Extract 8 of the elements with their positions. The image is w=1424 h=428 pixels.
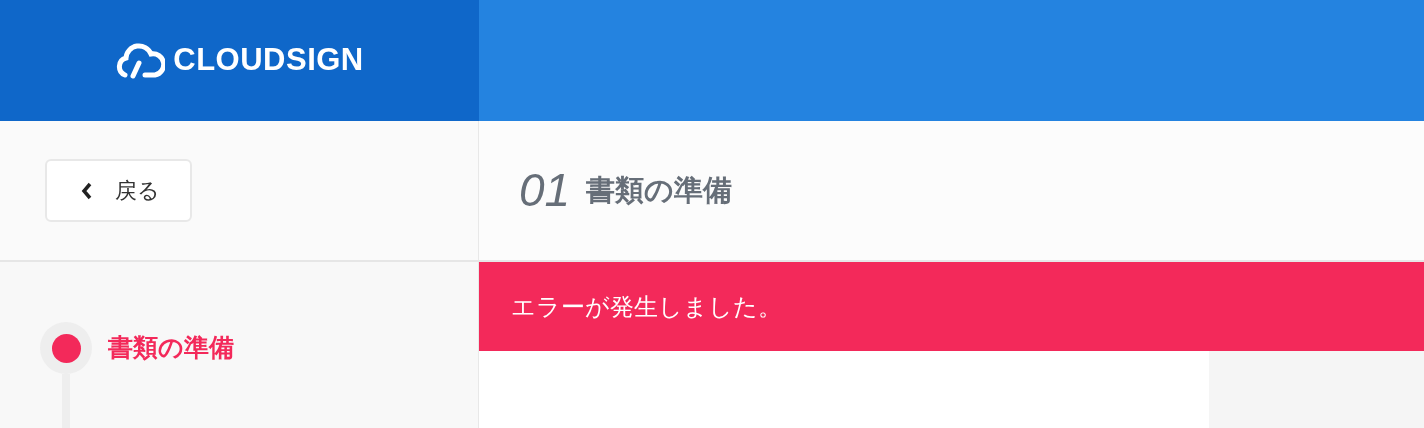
chevron-left-icon <box>81 181 93 200</box>
page-title: 書類の準備 <box>586 171 733 209</box>
error-alert: エラーが発生しました。 <box>479 262 1424 351</box>
back-button[interactable]: 戻る <box>45 159 192 222</box>
cloud-logo-icon <box>115 42 166 79</box>
step-label[interactable]: 書類の準備 <box>108 329 234 367</box>
logo-text: CLOUDSIGN <box>173 41 364 80</box>
step-number: 01 <box>519 163 571 218</box>
